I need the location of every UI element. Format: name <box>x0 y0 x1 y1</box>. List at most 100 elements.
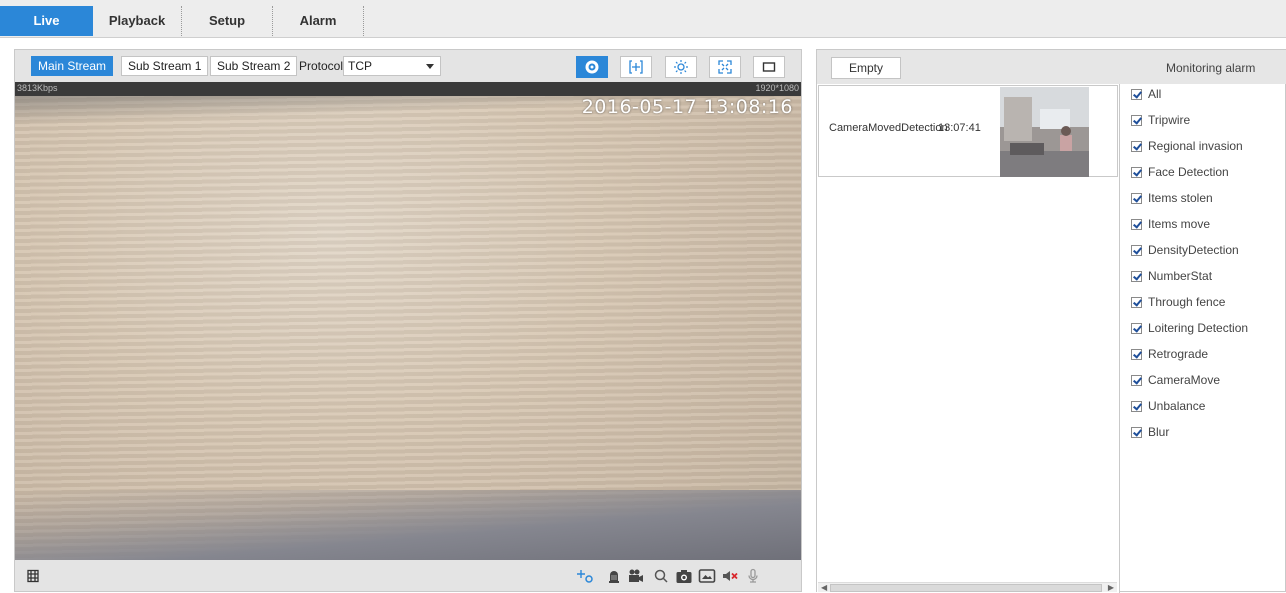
top-navigation: Live Playback Setup Alarm <box>0 0 1286 38</box>
ptz-icon <box>577 570 593 583</box>
filter-label: All <box>1148 87 1162 101</box>
tab-alarm[interactable]: Alarm <box>273 6 363 36</box>
protocol-label: Protocol <box>299 59 344 73</box>
fit-screen-button[interactable] <box>709 56 741 78</box>
live-video-panel: Main Stream Sub Stream 1 Sub Stream 2 Pr… <box>14 49 802 592</box>
video-bottom-toolbar <box>15 560 801 591</box>
checkbox[interactable] <box>1131 270 1142 282</box>
checkbox[interactable] <box>1131 348 1142 360</box>
fit-screen-icon <box>718 60 732 74</box>
video-scene-shadow <box>15 490 801 560</box>
video-viewport[interactable]: 2016-05-17 13:08:16 <box>15 96 801 560</box>
filter-number-stat[interactable]: NumberStat <box>1131 268 1212 284</box>
image-adjust-button[interactable] <box>665 56 697 78</box>
scrollbar-thumb[interactable] <box>830 584 1102 592</box>
checkbox[interactable] <box>1131 140 1142 152</box>
checkbox[interactable] <box>1131 166 1142 178</box>
checkbox[interactable] <box>1131 322 1142 334</box>
checkbox[interactable] <box>1131 426 1142 438</box>
tab-playback[interactable]: Playback <box>93 6 181 36</box>
checkbox[interactable] <box>1131 88 1142 100</box>
filter-label: Items move <box>1148 217 1211 231</box>
ptz-button[interactable] <box>576 567 594 585</box>
filter-label: Through fence <box>1148 295 1226 309</box>
checkbox[interactable] <box>1131 192 1142 204</box>
fisheye-icon <box>585 60 599 74</box>
scroll-left-icon[interactable]: ◀ <box>821 583 827 592</box>
filter-tripwire[interactable]: Tripwire <box>1131 112 1190 128</box>
filter-label: DensityDetection <box>1148 243 1239 257</box>
zoom-region-button[interactable] <box>620 56 652 78</box>
film-icon <box>27 569 39 583</box>
filter-label: Unbalance <box>1148 399 1206 413</box>
checkbox[interactable] <box>1131 296 1142 308</box>
filter-label: Tripwire <box>1148 113 1191 127</box>
filter-density-detection[interactable]: DensityDetection <box>1131 242 1239 258</box>
stream-info-strip: 3813Kbps 1920*1080 <box>15 82 801 96</box>
window-mode-button[interactable] <box>753 56 785 78</box>
filter-items-stolen[interactable]: Items stolen <box>1131 190 1213 206</box>
checkbox[interactable] <box>1131 244 1142 256</box>
filter-loitering-detection[interactable]: Loitering Detection <box>1131 320 1248 336</box>
main-stream-button[interactable]: Main Stream <box>31 56 114 76</box>
image-adjust-icon <box>674 60 688 74</box>
tab-divider <box>363 6 364 36</box>
sub-stream-1-button[interactable]: Sub Stream 1 <box>121 56 209 76</box>
filter-label: CameraMove <box>1148 373 1221 387</box>
alarm-output-button[interactable] <box>605 567 623 585</box>
alarm-monitor-panel: Empty Monitoring alarm CameraMovedDetect… <box>816 49 1286 593</box>
alarm-snapshot-thumbnail[interactable] <box>1000 87 1089 177</box>
snapshot-button[interactable] <box>675 567 693 585</box>
snapshot-scene <box>1000 87 1089 177</box>
zoom-search-icon <box>654 569 668 583</box>
filter-camera-move[interactable]: CameraMove <box>1131 372 1220 388</box>
chevron-down-icon <box>426 64 434 69</box>
filter-face-detection[interactable]: Face Detection <box>1131 164 1229 180</box>
window-icon <box>762 62 776 72</box>
bitrate-readout: 3813Kbps <box>17 83 58 93</box>
filter-items-move[interactable]: Items move <box>1131 216 1210 232</box>
snapshot-icon <box>676 570 692 583</box>
microphone-icon <box>748 568 758 583</box>
layout-button[interactable] <box>24 567 42 585</box>
filter-all[interactable]: All <box>1131 86 1161 102</box>
filter-label: NumberStat <box>1148 269 1213 283</box>
scroll-right-icon[interactable]: ▶ <box>1108 583 1114 592</box>
talk-button[interactable] <box>744 567 762 585</box>
tab-live[interactable]: Live <box>0 6 93 36</box>
filter-unbalance[interactable]: Unbalance <box>1131 398 1205 414</box>
monitoring-alarm-title: Monitoring alarm <box>1166 61 1256 75</box>
fisheye-button[interactable] <box>576 56 608 78</box>
protocol-value: TCP <box>348 59 372 73</box>
record-button[interactable] <box>627 567 645 585</box>
tab-setup[interactable]: Setup <box>182 6 272 36</box>
image-icon <box>698 569 716 583</box>
audio-button[interactable] <box>721 567 739 585</box>
filter-label: Face Detection <box>1148 165 1229 179</box>
osd-timestamp: 2016-05-17 13:08:16 <box>581 96 793 118</box>
protocol-select[interactable]: TCP <box>343 56 441 76</box>
stream-toolbar: Main Stream Sub Stream 1 Sub Stream 2 Pr… <box>15 50 801 82</box>
filter-label: Retrograde <box>1148 347 1209 361</box>
filter-regional-invasion[interactable]: Regional invasion <box>1131 138 1243 154</box>
alarm-bell-icon <box>609 571 619 583</box>
alarm-event-item[interactable]: CameraMovedDetection 13:07:41 <box>818 85 1118 177</box>
checkbox[interactable] <box>1131 114 1142 126</box>
digital-zoom-button[interactable] <box>652 567 670 585</box>
alarm-event-list: CameraMovedDetection 13:07:41 ◀ ▶ <box>817 84 1120 593</box>
filter-label: Loitering Detection <box>1148 321 1249 335</box>
checkbox[interactable] <box>1131 218 1142 230</box>
sub-stream-2-button[interactable]: Sub Stream 2 <box>210 56 298 76</box>
checkbox[interactable] <box>1131 374 1142 386</box>
picture-button[interactable] <box>698 567 716 585</box>
empty-button[interactable]: Empty <box>831 57 901 79</box>
filter-label: Blur <box>1148 425 1170 439</box>
record-icon <box>629 569 643 582</box>
filter-blur[interactable]: Blur <box>1131 424 1169 440</box>
filter-retrograde[interactable]: Retrograde <box>1131 346 1208 362</box>
filter-through-fence[interactable]: Through fence <box>1131 294 1225 310</box>
checkbox[interactable] <box>1131 400 1142 412</box>
zoom-region-icon <box>629 60 643 74</box>
horizontal-scrollbar[interactable]: ◀ ▶ <box>818 582 1117 592</box>
alarm-header: Empty Monitoring alarm <box>817 50 1286 84</box>
